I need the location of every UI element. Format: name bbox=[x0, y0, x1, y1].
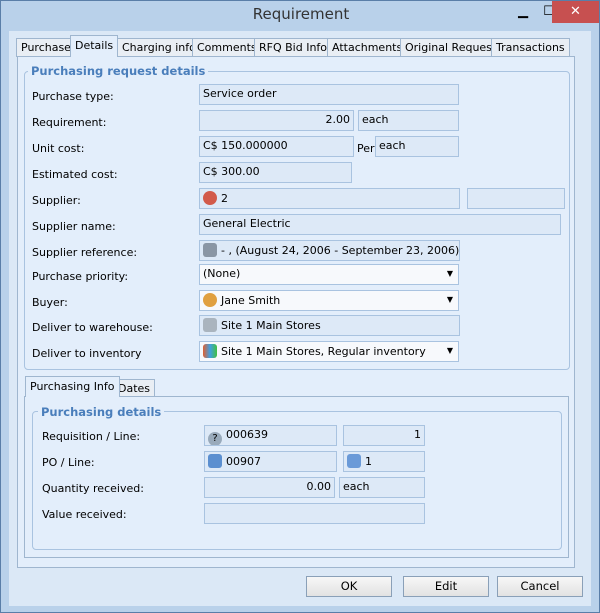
estimated-cost-label: Estimated cost: bbox=[32, 168, 118, 181]
purchase-priority-label: Purchase priority: bbox=[32, 270, 129, 283]
supplier-reference-value: - , (August 24, 2006 - September 23, 200… bbox=[221, 244, 460, 257]
tab-comments[interactable]: Comments bbox=[192, 38, 262, 57]
quantity-received-unit-field[interactable]: each bbox=[339, 477, 425, 498]
supplier-reference-label: Supplier reference: bbox=[32, 246, 138, 259]
tab-attachments[interactable]: Attachments bbox=[327, 38, 408, 57]
buyer-person-icon bbox=[203, 293, 217, 307]
value-received-label: Value received: bbox=[42, 508, 127, 521]
deliver-inventory-label: Deliver to inventory bbox=[32, 347, 142, 360]
deliver-inventory-dropdown[interactable]: Site 1 Main Stores, Regular inventory ▼ bbox=[199, 341, 459, 362]
unit-cost-unit-field[interactable]: each bbox=[375, 136, 459, 157]
value-received-field[interactable] bbox=[204, 503, 425, 524]
close-button[interactable]: ✕ bbox=[552, 1, 599, 23]
purchase-priority-value: (None) bbox=[203, 267, 241, 280]
purchase-priority-dropdown[interactable]: (None) ▼ bbox=[199, 264, 459, 285]
purchase-order-icon bbox=[208, 454, 222, 468]
buyer-label: Buyer: bbox=[32, 296, 68, 309]
deliver-warehouse-field[interactable]: Site 1 Main Stores bbox=[199, 315, 460, 336]
requisition-field[interactable]: ? 000639 bbox=[204, 425, 337, 446]
supplier-field[interactable]: 2 bbox=[199, 188, 460, 209]
supplier-name-label: Supplier name: bbox=[32, 220, 116, 233]
requirement-field[interactable]: 2.00 bbox=[199, 110, 354, 131]
deliver-warehouse-value: Site 1 Main Stores bbox=[221, 319, 321, 332]
po-field[interactable]: 00907 bbox=[204, 451, 337, 472]
supplier-name-field[interactable]: General Electric bbox=[199, 214, 561, 235]
po-line-field[interactable]: 1 bbox=[343, 451, 425, 472]
buyer-value: Jane Smith bbox=[221, 294, 281, 307]
tab-original-request[interactable]: Original Request bbox=[400, 38, 502, 57]
requisition-label: Requisition / Line: bbox=[42, 430, 141, 443]
supplier-person-icon bbox=[203, 191, 217, 205]
supplier-extra-field[interactable] bbox=[467, 188, 565, 209]
buyer-dropdown[interactable]: Jane Smith ▼ bbox=[199, 290, 459, 311]
unit-cost-label: Unit cost: bbox=[32, 142, 85, 155]
estimated-cost-field[interactable]: C$ 300.00 bbox=[199, 162, 352, 183]
ok-button[interactable]: OK bbox=[306, 576, 392, 597]
warehouse-icon bbox=[203, 318, 217, 332]
per-label: Per bbox=[357, 142, 375, 155]
tab-details[interactable]: Details bbox=[70, 35, 119, 57]
deliver-inventory-value: Site 1 Main Stores, Regular inventory bbox=[221, 345, 426, 358]
tab-rfq-bid-info[interactable]: RFQ Bid Info bbox=[254, 38, 333, 57]
requisition-value: 000639 bbox=[226, 428, 268, 441]
quantity-received-field[interactable]: 0.00 bbox=[204, 477, 335, 498]
purchase-type-label: Purchase type: bbox=[32, 90, 114, 103]
chevron-down-icon: ▼ bbox=[446, 295, 453, 304]
group-title: Purchasing request details bbox=[28, 64, 209, 78]
cancel-button[interactable]: Cancel bbox=[497, 576, 583, 597]
chevron-down-icon: ▼ bbox=[446, 346, 453, 355]
requirement-label: Requirement: bbox=[32, 116, 107, 129]
minimize-button[interactable]: ▁ bbox=[511, 1, 535, 23]
po-line-icon bbox=[347, 454, 361, 468]
po-line-value: 1 bbox=[365, 455, 372, 468]
supplier-value: 2 bbox=[221, 192, 228, 205]
quantity-received-label: Quantity received: bbox=[42, 482, 144, 495]
unit-cost-field[interactable]: C$ 150.000000 bbox=[199, 136, 354, 157]
supplier-label: Supplier: bbox=[32, 194, 81, 207]
requirement-unit-field[interactable]: each bbox=[358, 110, 459, 131]
subtab-purchasing-info[interactable]: Purchasing Info bbox=[25, 376, 120, 397]
po-value: 00907 bbox=[226, 455, 261, 468]
purchase-type-field[interactable]: Service order bbox=[199, 84, 459, 105]
edit-button[interactable]: Edit bbox=[403, 576, 489, 597]
tab-transactions[interactable]: Transactions bbox=[491, 38, 570, 57]
requisition-line-field[interactable]: 1 bbox=[343, 425, 425, 446]
chevron-down-icon: ▼ bbox=[446, 269, 453, 278]
group-title: Purchasing details bbox=[38, 405, 165, 419]
po-label: PO / Line: bbox=[42, 456, 95, 469]
inventory-icon bbox=[203, 344, 217, 358]
help-icon: ? bbox=[208, 432, 222, 445]
tab-charging-info[interactable]: Charging info bbox=[117, 38, 201, 57]
tab-purchase[interactable]: Purchase bbox=[16, 38, 76, 57]
supplier-reference-field[interactable]: - , (August 24, 2006 - September 23, 200… bbox=[199, 240, 460, 261]
contract-icon bbox=[203, 243, 217, 257]
deliver-warehouse-label: Deliver to warehouse: bbox=[32, 321, 153, 334]
